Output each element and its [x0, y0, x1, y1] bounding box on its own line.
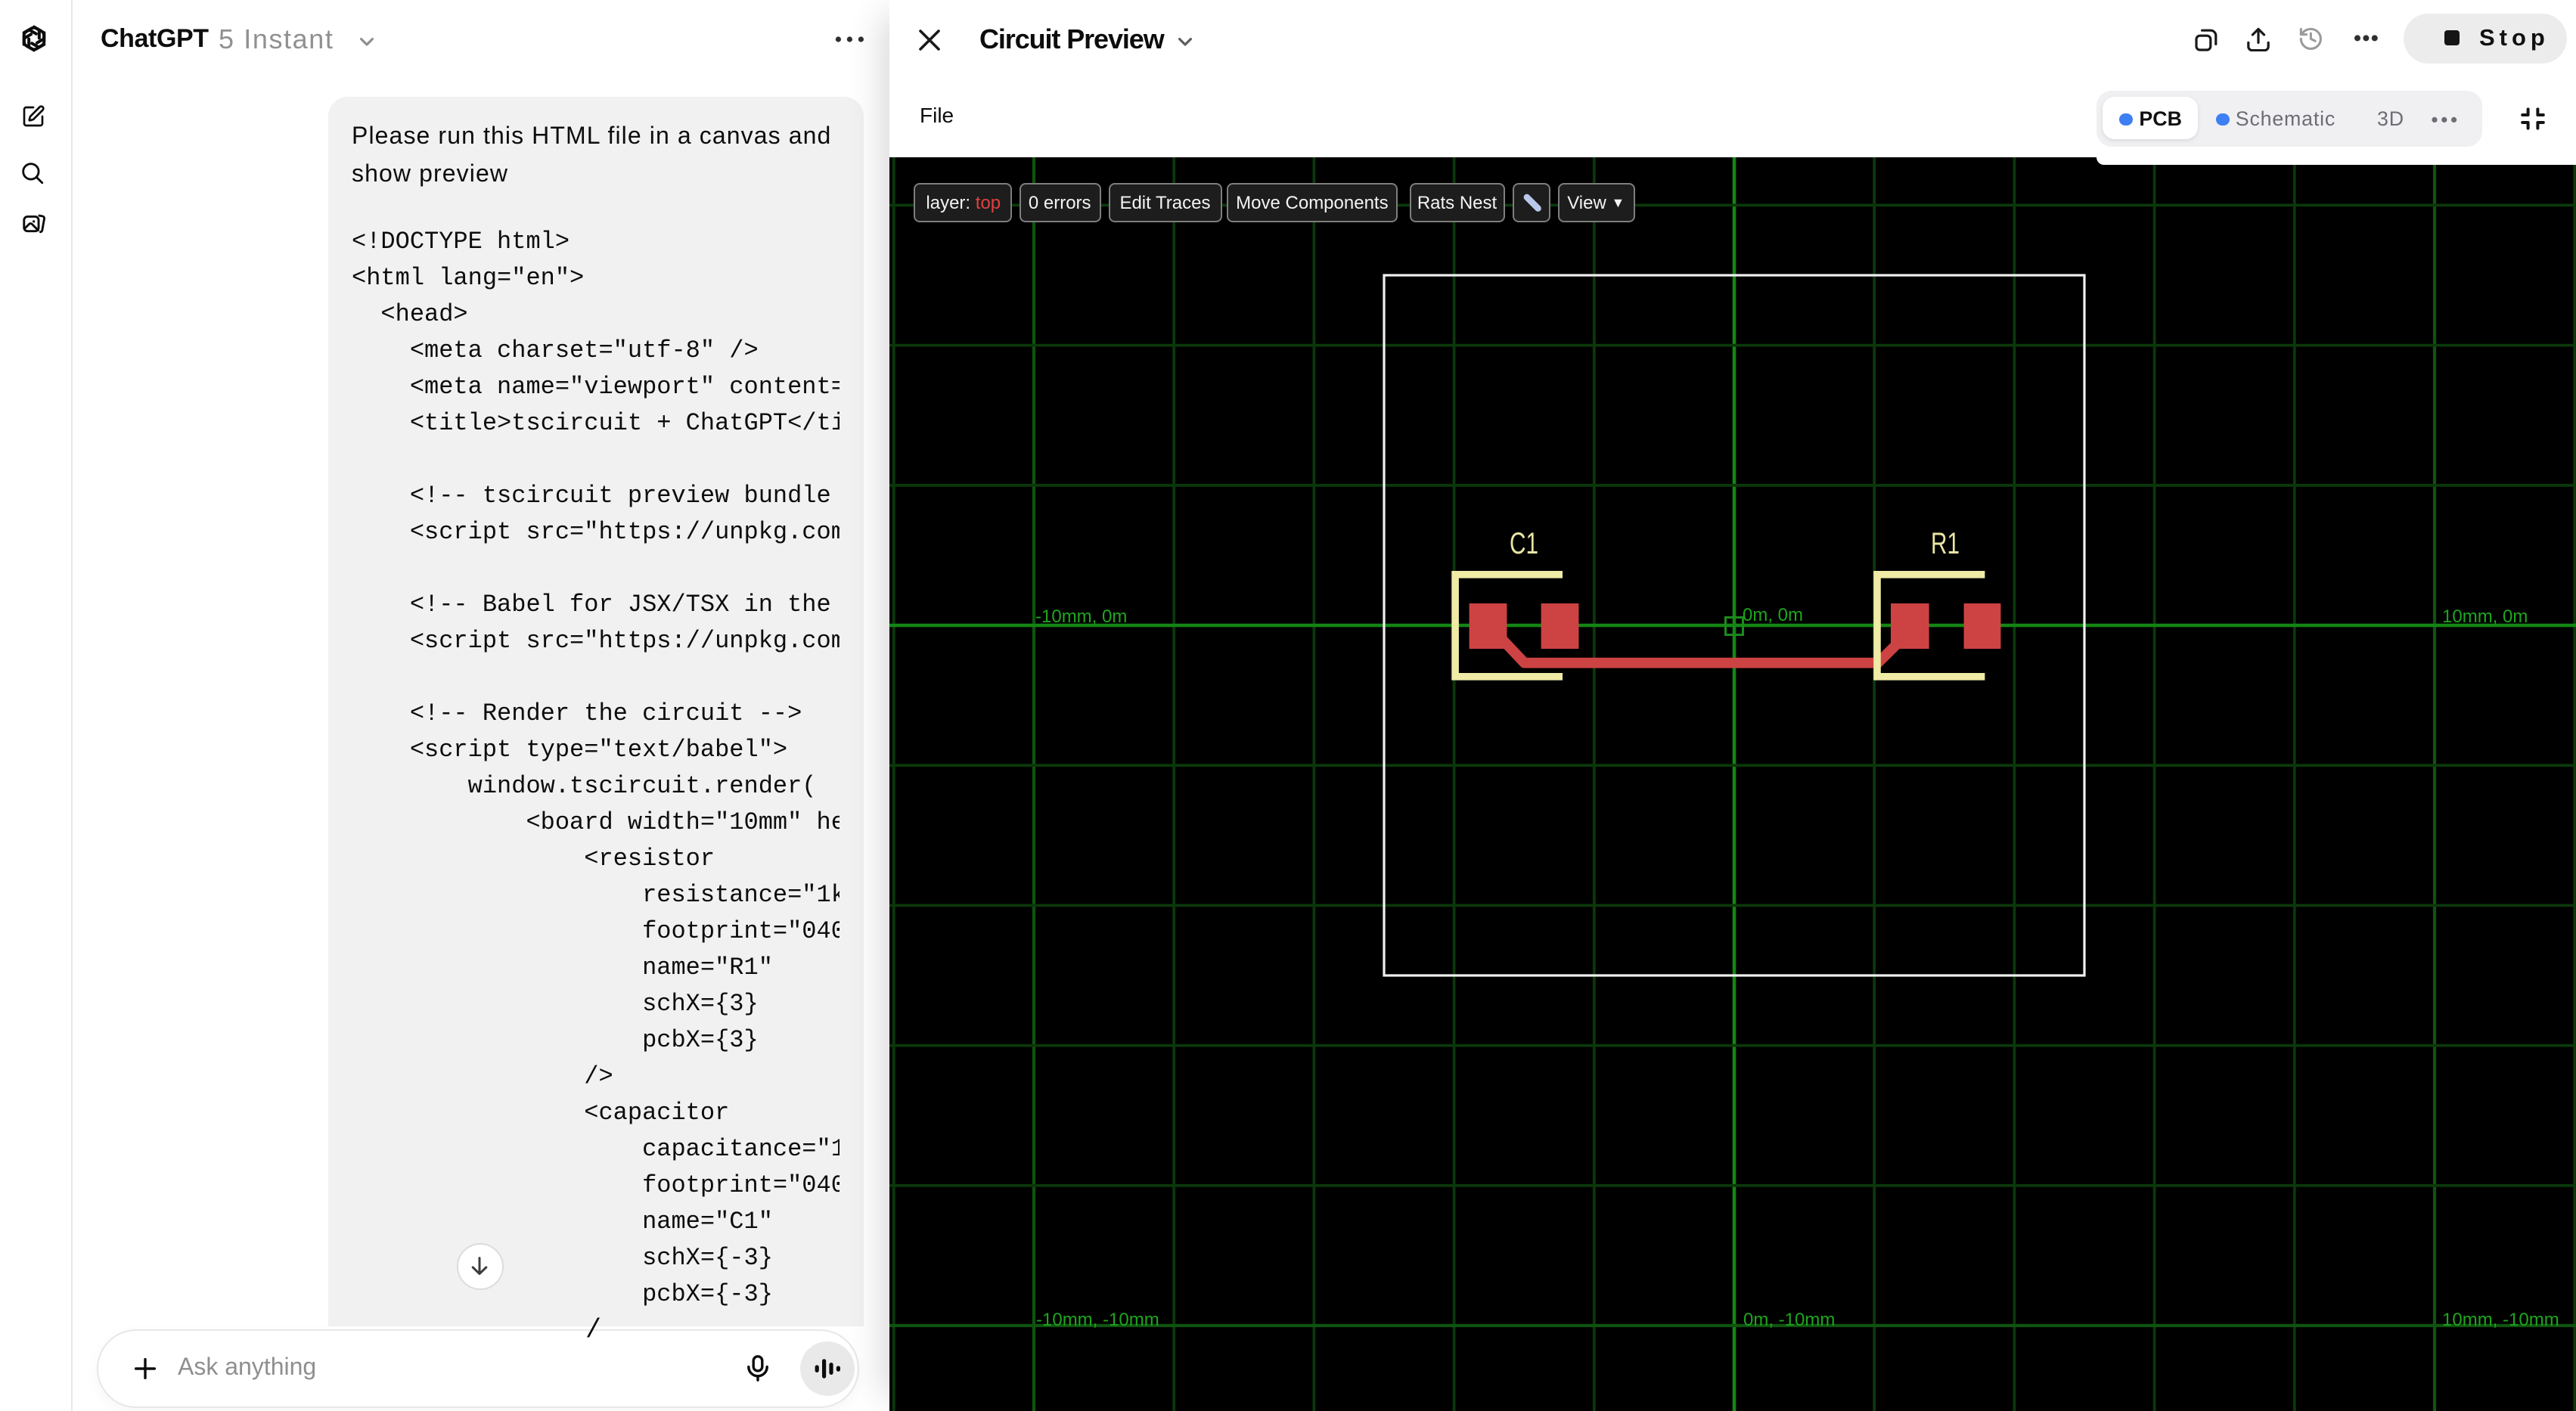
- svg-text:10mm, -10mm: 10mm, -10mm: [2442, 1310, 2559, 1330]
- svg-text:C1: C1: [1510, 527, 1538, 560]
- svg-text:R1: R1: [1931, 527, 1960, 560]
- svg-text:-10mm, -10mm: -10mm, -10mm: [1036, 1310, 1159, 1330]
- svg-text:0m, 0m: 0m, 0m: [1743, 605, 1803, 625]
- svg-text:10mm, 0m: 10mm, 0m: [2442, 606, 2528, 627]
- svg-text:-10mm, 0m: -10mm, 0m: [1035, 606, 1127, 627]
- svg-text:0m, -10mm: 0m, -10mm: [1743, 1310, 1835, 1330]
